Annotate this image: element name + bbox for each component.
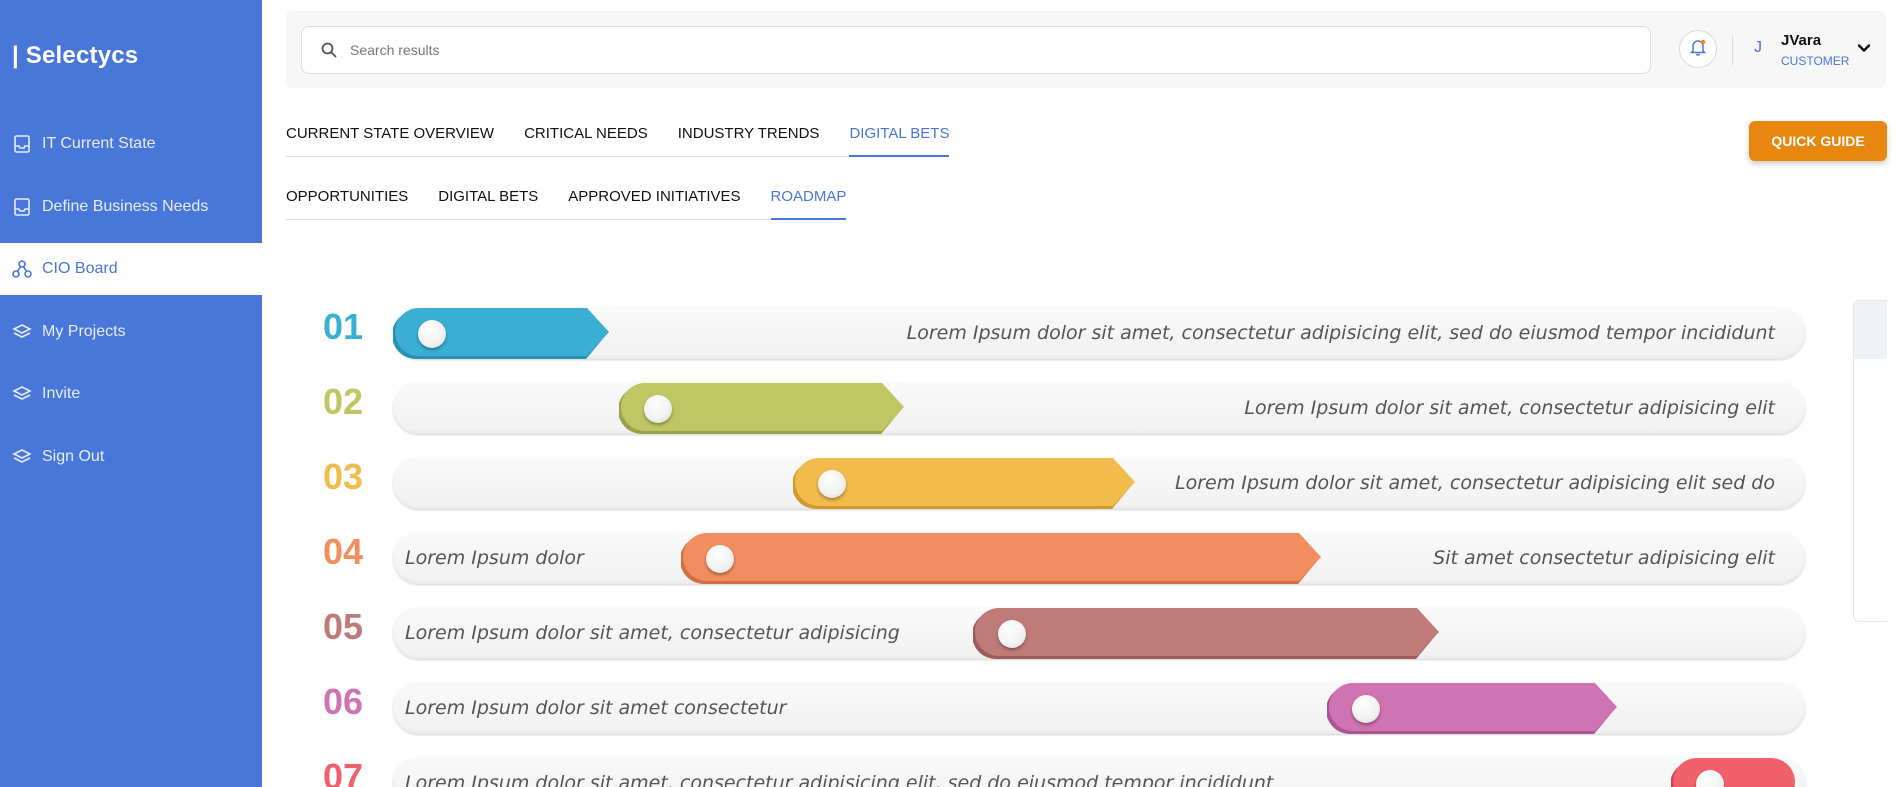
- roadmap-track: Lorem Ipsum dolor sit amet, consectetur …: [393, 307, 1805, 359]
- sidebar-item-cio-board[interactable]: CIO Board: [0, 243, 262, 295]
- tab-digital-bets-sub[interactable]: DIGITAL BETS: [438, 188, 538, 219]
- inbox-icon: [12, 197, 32, 217]
- sidebar-item-my-projects[interactable]: My Projects: [0, 306, 262, 358]
- notification-button[interactable]: [1679, 30, 1717, 68]
- roadmap-row: 05 Lorem Ipsum dolor sit amet, consectetu…: [310, 600, 1810, 659]
- roadmap-right-text: Lorem Ipsum dolor sit amet, consectetur …: [906, 322, 1775, 344]
- sidebar-item-label: Sign Out: [42, 448, 105, 465]
- side-scroll-panel[interactable]: [1853, 300, 1887, 622]
- sidebar-item-label: My Projects: [42, 323, 126, 340]
- roadmap-track: Lorem Ipsum dolor sit amet consectetur: [393, 682, 1805, 734]
- roadmap-row-number: 01: [323, 306, 364, 347]
- roadmap-row: 01 Lorem Ipsum dolor sit amet, consectetu…: [310, 300, 1810, 359]
- scroll-thumb[interactable]: [1854, 301, 1887, 359]
- roadmap-bar: [681, 533, 1321, 584]
- search-box[interactable]: [301, 26, 1651, 74]
- roadmap-track: Lorem Ipsum dolor Sit amet consectetur ad…: [393, 532, 1805, 584]
- roadmap-right-text: Lorem Ipsum dolor sit amet, consectetur …: [1244, 397, 1775, 419]
- layers-icon: [12, 447, 32, 467]
- tab-digital-bets[interactable]: DIGITAL BETS: [849, 125, 950, 157]
- quick-guide-button[interactable]: QUICK GUIDE: [1749, 121, 1887, 161]
- primary-tabs: CURRENT STATE OVERVIEW CRITICAL NEEDS IN…: [286, 125, 950, 157]
- roadmap-row: 03 Lorem Ipsum dolor sit amet, consectetu…: [310, 450, 1810, 509]
- roadmap-bar-fill: [795, 458, 1135, 506]
- roadmap-knob[interactable]: [1352, 695, 1380, 723]
- roadmap-bar-fill: [975, 608, 1439, 656]
- user-name[interactable]: JVara: [1781, 32, 1821, 49]
- inbox-icon: [12, 134, 32, 154]
- roadmap-row: 04 Lorem Ipsum dolor Sit amet consectetur …: [310, 525, 1810, 584]
- roadmap-left-text: Lorem Ipsum dolor sit amet consectetur: [405, 697, 787, 719]
- sidebar-item-invite[interactable]: Invite: [0, 368, 262, 420]
- layers-icon: [12, 384, 32, 404]
- sidebar-item-it-current-state[interactable]: IT Current State: [0, 118, 262, 170]
- roadmap-left-text: Lorem Ipsum dolor sit amet, consectetur …: [405, 772, 1274, 787]
- roadmap-track: Lorem Ipsum dolor sit amet, consectetur …: [393, 457, 1805, 509]
- tab-critical-needs[interactable]: CRITICAL NEEDS: [524, 125, 648, 156]
- roadmap-bar: [973, 608, 1439, 659]
- roadmap-bar-fill: [683, 533, 1321, 581]
- roadmap-knob[interactable]: [998, 620, 1026, 648]
- roadmap-row-number: 03: [323, 456, 364, 497]
- roadmap-knob[interactable]: [706, 545, 734, 573]
- network-icon: [12, 259, 32, 279]
- sidebar-item-label: IT Current State: [42, 135, 156, 152]
- roadmap-knob[interactable]: [418, 320, 446, 348]
- sidebar: | Selectycs IT Current State Define Busi…: [0, 0, 262, 787]
- sidebar-item-label: Define Business Needs: [42, 198, 209, 215]
- roadmap-row: 06 Lorem Ipsum dolor sit amet consectetur: [310, 675, 1810, 734]
- tab-current-state-overview[interactable]: CURRENT STATE OVERVIEW: [286, 125, 494, 156]
- secondary-tabs: OPPORTUNITIES DIGITAL BETS APPROVED INIT…: [286, 188, 847, 220]
- roadmap-left-text: Lorem Ipsum dolor: [405, 547, 584, 569]
- roadmap-row-number: 06: [323, 681, 364, 722]
- sidebar-item-label: Invite: [42, 385, 81, 402]
- roadmap-track: Lorem Ipsum dolor sit amet, consectetur …: [393, 382, 1805, 434]
- roadmap-track: Lorem Ipsum dolor sit amet, consectetur …: [393, 757, 1805, 787]
- layers-icon: [12, 322, 32, 342]
- roadmap-right-text: Lorem Ipsum dolor sit amet, consectetur …: [1175, 472, 1775, 494]
- roadmap-bar: [1671, 758, 1795, 787]
- roadmap-row: 07 Lorem Ipsum dolor sit amet, consectetu…: [310, 750, 1810, 787]
- tab-approved-initiatives[interactable]: APPROVED INITIATIVES: [568, 188, 740, 219]
- top-bar: J JVara CUSTOMER: [286, 11, 1886, 88]
- sidebar-item-sign-out[interactable]: Sign Out: [0, 431, 262, 483]
- sidebar-item-define-business-needs[interactable]: Define Business Needs: [0, 181, 262, 233]
- sidebar-item-label: CIO Board: [42, 260, 118, 277]
- tab-roadmap[interactable]: ROADMAP: [770, 188, 846, 220]
- roadmap-row: 02 Lorem Ipsum dolor sit amet, consectetu…: [310, 375, 1810, 434]
- roadmap-left-text: Lorem Ipsum dolor sit amet, consectetur …: [405, 622, 900, 644]
- roadmap-right-text: Sit amet consectetur adipisicing elit: [1433, 547, 1775, 569]
- roadmap-row-number: 07: [323, 756, 364, 787]
- search-input[interactable]: [350, 42, 1630, 58]
- roadmap-row-number: 04: [323, 531, 364, 572]
- roadmap-row-number: 02: [323, 381, 364, 422]
- roadmap-graphic: 01 Lorem Ipsum dolor sit amet, consectetu…: [310, 300, 1810, 787]
- roadmap-track: Lorem Ipsum dolor sit amet, consectetur …: [393, 607, 1805, 659]
- tab-industry-trends[interactable]: INDUSTRY TRENDS: [678, 125, 820, 156]
- divider: [1732, 35, 1733, 65]
- roadmap-bar-fill: [1673, 758, 1795, 787]
- roadmap-knob[interactable]: [644, 395, 672, 423]
- roadmap-knob[interactable]: [818, 470, 846, 498]
- tab-opportunities[interactable]: OPPORTUNITIES: [286, 188, 408, 219]
- avatar[interactable]: J: [1754, 39, 1762, 57]
- bell-icon: [1688, 37, 1708, 62]
- brand-logo: | Selectycs: [12, 42, 139, 69]
- search-icon: [320, 41, 338, 59]
- user-role: CUSTOMER: [1781, 54, 1850, 68]
- app-root: | Selectycs IT Current State Define Busi…: [0, 0, 1897, 787]
- roadmap-row-number: 05: [323, 606, 364, 647]
- chevron-down-icon[interactable]: [1856, 40, 1872, 56]
